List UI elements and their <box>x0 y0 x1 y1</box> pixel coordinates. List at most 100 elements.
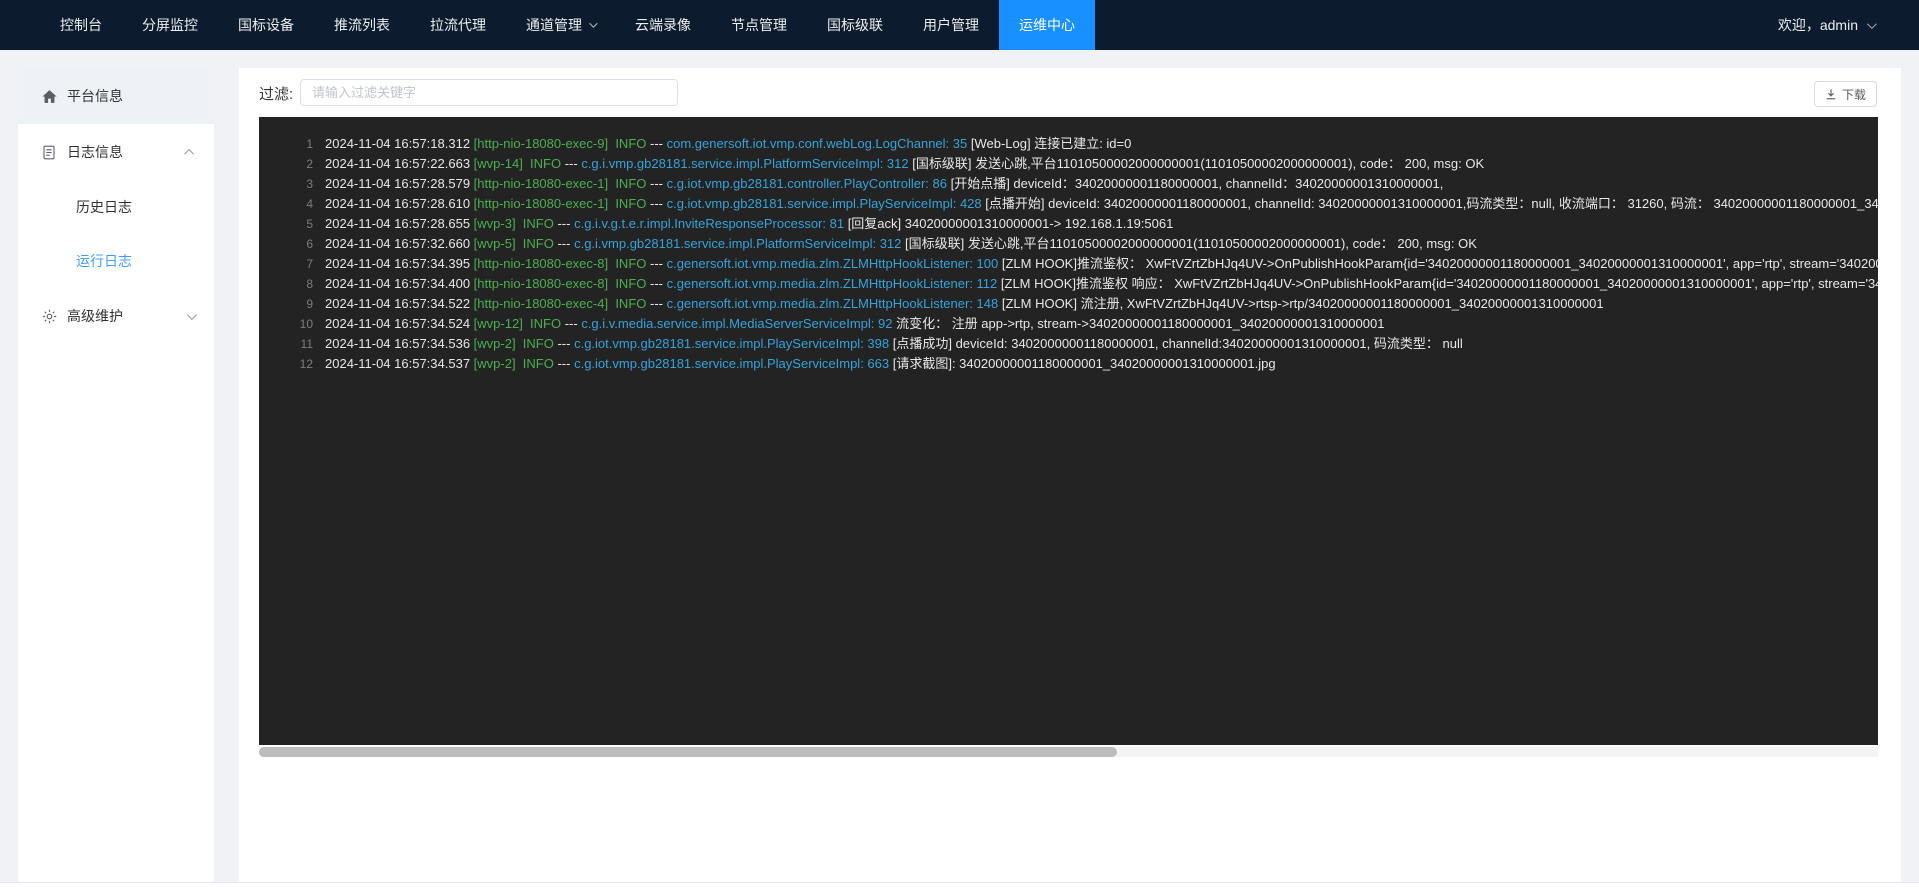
log-line-number: 7 <box>259 254 313 274</box>
log-thread: [http-nio-18080-exec-8] <box>474 276 608 291</box>
log-level: INFO <box>523 316 561 331</box>
log-separator: --- <box>561 156 581 171</box>
log-thread: [wvp-5] <box>474 236 516 251</box>
document-icon <box>40 143 58 161</box>
log-logger: c.g.iot.vmp.gb28181.service.impl.PlaySer… <box>574 336 889 351</box>
log-logger: c.g.iot.vmp.gb28181.controller.PlayContr… <box>667 176 947 191</box>
filter-label: 过滤: <box>259 83 293 104</box>
log-thread: [wvp-2] <box>474 336 516 351</box>
log-timestamp: 2024-11-04 16:57:34.395 <box>325 256 474 271</box>
log-line: 82024-11-04 16:57:34.400 [http-nio-18080… <box>259 274 1878 294</box>
log-level: INFO <box>608 136 646 151</box>
log-level: INFO <box>516 336 554 351</box>
horizontal-scrollbar-thumb[interactable] <box>259 747 1117 757</box>
log-timestamp: 2024-11-04 16:57:28.579 <box>325 176 474 191</box>
log-thread: [wvp-2] <box>474 356 516 371</box>
log-thread: [http-nio-18080-exec-1] <box>474 176 608 191</box>
log-logger: c.g.iot.vmp.gb28181.service.impl.PlaySer… <box>574 356 889 371</box>
sidebar-item-log-info[interactable]: 日志信息 <box>18 124 214 180</box>
log-line: 102024-11-04 16:57:34.524 [wvp-12] INFO … <box>259 314 1878 334</box>
nav-item-cloud-recording[interactable]: 云端录像 <box>615 0 711 50</box>
horizontal-scrollbar-track[interactable] <box>259 747 1878 757</box>
sidebar-item-label: 平台信息 <box>67 86 123 106</box>
log-logger: c.g.i.vmp.gb28181.service.impl.PlatformS… <box>574 236 901 251</box>
log-thread: [wvp-3] <box>474 216 516 231</box>
log-message: [点播成功] deviceId: 34020000001180000001, c… <box>889 336 1463 351</box>
chevron-down-icon <box>187 310 197 320</box>
log-logger: c.genersoft.iot.vmp.media.zlm.ZLMHttpHoo… <box>667 276 998 291</box>
log-level: INFO <box>608 296 646 311</box>
download-label: 下载 <box>1842 86 1866 103</box>
log-line: 12024-11-04 16:57:18.312 [http-nio-18080… <box>259 134 1878 154</box>
log-line-number: 1 <box>259 134 313 154</box>
log-message: [ZLM HOOK] 流注册, XwFtVZrtZbHJq4UV->rtsp->… <box>998 296 1603 311</box>
log-timestamp: 2024-11-04 16:57:22.663 <box>325 156 474 171</box>
log-line: 42024-11-04 16:57:28.610 [http-nio-18080… <box>259 194 1878 214</box>
log-timestamp: 2024-11-04 16:57:34.522 <box>325 296 474 311</box>
sidebar: 平台信息日志信息历史日志运行日志高级维护 <box>18 68 214 882</box>
user-menu[interactable]: 欢迎，admin <box>1778 0 1874 50</box>
log-line-number: 5 <box>259 214 313 234</box>
log-level: INFO <box>608 196 646 211</box>
log-message: [ZLM HOOK]推流鉴权 响应： XwFtVZrtZbHJq4UV->OnP… <box>997 276 1878 291</box>
log-separator: --- <box>646 136 666 151</box>
chevron-down-icon <box>1867 19 1877 29</box>
log-line-number: 2 <box>259 154 313 174</box>
log-line-number: 4 <box>259 194 313 214</box>
log-separator: --- <box>554 356 574 371</box>
log-message: 流变化： 注册 app->rtp, stream->34020000001180… <box>892 316 1384 331</box>
nav-item-user-management[interactable]: 用户管理 <box>903 0 999 50</box>
log-separator: --- <box>646 176 666 191</box>
log-message: [回复ack] 34020000001310000001-> 192.168.1… <box>844 216 1173 231</box>
main-panel: 过滤: 下载 12024-11-04 16:57:18.312 [http-ni… <box>239 68 1901 882</box>
nav-item-console[interactable]: 控制台 <box>40 0 122 50</box>
gear-icon <box>40 307 58 325</box>
nav-item-ops-center[interactable]: 运维中心 <box>999 0 1095 50</box>
log-thread: [http-nio-18080-exec-8] <box>474 256 608 271</box>
footer-divider <box>0 882 1919 887</box>
log-logger: c.genersoft.iot.vmp.media.zlm.ZLMHttpHoo… <box>667 256 999 271</box>
log-timestamp: 2024-11-04 16:57:28.655 <box>325 216 474 231</box>
page-body: 平台信息日志信息历史日志运行日志高级维护 过滤: 下载 12024-11-04 … <box>0 50 1919 887</box>
sidebar-subitem-running-log[interactable]: 运行日志 <box>18 234 214 288</box>
log-line: 62024-11-04 16:57:32.660 [wvp-5] INFO --… <box>259 234 1878 254</box>
log-thread: [wvp-12] <box>474 316 523 331</box>
top-navbar: 控制台分屏监控国标设备推流列表拉流代理通道管理云端录像节点管理国标级联用户管理运… <box>0 0 1919 50</box>
log-message: [点播开始] deviceId: 34020000001180000001, c… <box>982 196 1878 211</box>
log-logger: com.genersoft.iot.vmp.conf.webLog.LogCha… <box>667 136 968 151</box>
log-timestamp: 2024-11-04 16:57:34.524 <box>325 316 474 331</box>
log-timestamp: 2024-11-04 16:57:34.537 <box>325 356 474 371</box>
sidebar-item-advanced-maintenance[interactable]: 高级维护 <box>18 288 214 344</box>
log-level: INFO <box>516 216 554 231</box>
log-timestamp: 2024-11-04 16:57:34.400 <box>325 276 474 291</box>
log-message: [开始点播] deviceId：34020000001180000001, ch… <box>947 176 1443 191</box>
download-button[interactable]: 下载 <box>1814 81 1877 107</box>
log-thread: [http-nio-18080-exec-4] <box>474 296 608 311</box>
log-line: 112024-11-04 16:57:34.536 [wvp-2] INFO -… <box>259 334 1878 354</box>
log-logger: c.g.iot.vmp.gb28181.service.impl.PlaySer… <box>667 196 982 211</box>
log-line: 32024-11-04 16:57:28.579 [http-nio-18080… <box>259 174 1878 194</box>
filter-input[interactable] <box>300 79 678 106</box>
nav-item-node-management[interactable]: 节点管理 <box>711 0 807 50</box>
sidebar-subitem-history-log[interactable]: 历史日志 <box>18 180 214 234</box>
nav-item-channel-management[interactable]: 通道管理 <box>506 0 615 50</box>
log-timestamp: 2024-11-04 16:57:34.536 <box>325 336 474 351</box>
sidebar-item-platform-info[interactable]: 平台信息 <box>18 68 214 124</box>
log-separator: --- <box>554 336 574 351</box>
log-line: 52024-11-04 16:57:28.655 [wvp-3] INFO --… <box>259 214 1878 234</box>
nav-item-split-monitor[interactable]: 分屏监控 <box>122 0 218 50</box>
log-console[interactable]: 12024-11-04 16:57:18.312 [http-nio-18080… <box>259 117 1878 745</box>
home-icon <box>40 87 58 105</box>
nav-item-gb-device[interactable]: 国标设备 <box>218 0 314 50</box>
log-separator: --- <box>646 296 666 311</box>
log-level: INFO <box>608 276 646 291</box>
log-level: INFO <box>523 156 561 171</box>
welcome-text: 欢迎，admin <box>1778 15 1858 35</box>
nav-item-push-stream-list[interactable]: 推流列表 <box>314 0 410 50</box>
nav-item-pull-stream-proxy[interactable]: 拉流代理 <box>410 0 506 50</box>
filter-toolbar: 过滤: 下载 <box>239 68 1901 117</box>
nav-item-gb-cascade[interactable]: 国标级联 <box>807 0 903 50</box>
log-line: 22024-11-04 16:57:22.663 [wvp-14] INFO -… <box>259 154 1878 174</box>
log-line: 122024-11-04 16:57:34.537 [wvp-2] INFO -… <box>259 354 1878 374</box>
log-thread: [http-nio-18080-exec-1] <box>474 196 608 211</box>
